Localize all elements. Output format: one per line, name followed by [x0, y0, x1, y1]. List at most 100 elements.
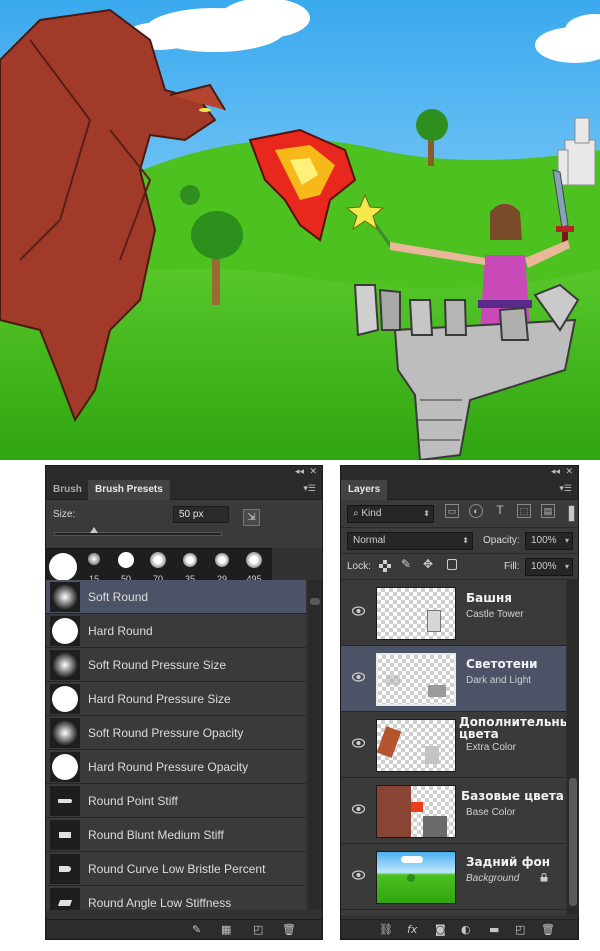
list-item[interactable]: Soft Round Pressure Opacity: [46, 716, 306, 750]
lock-fill-row: Lock: ✎ ✥ Fill: 100% ▾: [341, 554, 578, 580]
trash-icon[interactable]: 🗑: [541, 923, 555, 936]
scrollbar-thumb[interactable]: [310, 598, 320, 605]
collapse-icon[interactable]: ◂◂: [551, 467, 560, 477]
layer-row-background[interactable]: Задний фон Background: [341, 844, 566, 910]
recent-brush-strip: 15 50 70 35 29 495: [46, 548, 272, 584]
hard-round-icon: [50, 616, 80, 646]
new-layer-icon[interactable]: ◰: [515, 923, 525, 936]
chevron-down-icon: ▾: [564, 562, 569, 571]
list-item[interactable]: Round Blunt Medium Stiff: [46, 818, 306, 852]
hard-round-icon: [50, 684, 80, 714]
collapse-icon[interactable]: ◂◂: [295, 467, 304, 477]
panel-menu-icon[interactable]: ▾☰: [303, 483, 316, 494]
blend-opacity-row: Normal ⬍ Opacity: 100% ▾: [341, 528, 578, 554]
adjustment-filter-icon[interactable]: ◐: [469, 504, 483, 518]
preset-scrollbar[interactable]: [308, 580, 322, 910]
tab-brush[interactable]: Brush: [46, 480, 89, 500]
layers-bottom-toolbar: ⛓ fx ◙ ◐ ▬ ◰ 🗑: [341, 919, 578, 939]
layers-panel: ◂◂ ✕ Layers ▾☰ ⌕ Kind ⬍ ▭ ◐ T ⬚ ▤ Normal…: [340, 465, 579, 940]
panel-title-bar: ◂◂ ✕: [341, 466, 578, 480]
lock-pixels-icon[interactable]: ✎: [401, 557, 411, 571]
bristle-icon: [50, 786, 80, 816]
filter-toggle[interactable]: [568, 505, 575, 522]
size-slider-handle[interactable]: [90, 527, 98, 533]
chevron-down-icon: ▾: [564, 536, 569, 545]
create-preset-icon[interactable]: ⇲: [243, 509, 260, 526]
lock-position-icon[interactable]: ✥: [423, 557, 433, 571]
layer-thumbnail: [376, 719, 456, 772]
layers-scrollbar[interactable]: [567, 580, 579, 915]
panel-menu-icon[interactable]: ▾☰: [559, 483, 572, 494]
lock-transparency-icon[interactable]: [379, 560, 391, 572]
preset-name: Soft Round: [88, 590, 149, 604]
layer-row-base-color[interactable]: Базовые цвета Base Color: [341, 778, 566, 844]
tab-brush-presets[interactable]: Brush Presets: [88, 480, 170, 500]
lock-icon: [540, 873, 548, 882]
brush-preset-list: Soft Round Hard Round Soft Round Pressur…: [46, 580, 306, 910]
size-slider[interactable]: [54, 532, 222, 536]
blend-mode-select[interactable]: Normal ⬍: [347, 532, 473, 550]
smart-object-filter-icon[interactable]: ▤: [541, 504, 555, 518]
eye-icon[interactable]: [352, 870, 365, 880]
layer-row-castle-tower[interactable]: Башня Castle Tower: [341, 580, 566, 646]
adjustment-layer-icon[interactable]: ◐: [461, 923, 471, 936]
chevron-updown-icon: ⬍: [423, 509, 430, 518]
type-filter-icon[interactable]: T: [493, 504, 507, 518]
opacity-label: Opacity:: [483, 535, 520, 546]
eye-icon[interactable]: [352, 672, 365, 682]
eye-icon[interactable]: [352, 804, 365, 814]
size-input[interactable]: 50 px: [173, 506, 229, 523]
layers-tab-row: Layers ▾☰: [341, 480, 578, 500]
layer-thumbnail: [376, 587, 456, 640]
link-icon[interactable]: ⛓: [379, 923, 393, 936]
lock-all-icon[interactable]: [447, 559, 457, 570]
layer-row-dark-and-light[interactable]: Светотени Dark and Light: [341, 646, 566, 712]
list-item[interactable]: Round Curve Low Bristle Percent: [46, 852, 306, 886]
layer-thumbnail: [376, 851, 456, 904]
grid-view-icon[interactable]: ▦: [221, 923, 231, 936]
layer-subtitle: Dark and Light: [466, 675, 532, 686]
scrollbar-thumb[interactable]: [569, 778, 577, 906]
preset-name: Round Curve Low Bristle Percent: [88, 862, 266, 876]
opacity-input[interactable]: 100% ▾: [525, 532, 573, 550]
layer-subtitle: Castle Tower: [466, 609, 524, 620]
preset-name: Round Angle Low Stiffness: [88, 896, 232, 910]
fx-icon[interactable]: fx: [407, 923, 417, 936]
list-item[interactable]: Hard Round Pressure Size: [46, 682, 306, 716]
eye-icon[interactable]: [352, 738, 365, 748]
layer-subtitle: Base Color: [466, 807, 516, 818]
new-preset-icon[interactable]: ◰: [253, 923, 263, 936]
layer-list: Башня Castle Tower Светотени Dark and Li…: [341, 580, 566, 915]
fill-label: Fill:: [504, 561, 520, 572]
list-item[interactable]: Round Angle Low Stiffness: [46, 886, 306, 910]
image-filter-icon[interactable]: ▭: [445, 504, 459, 518]
brush-presets-panel: ◂◂ ✕ Brush Brush Presets ▾☰ Size: 50 px …: [45, 465, 323, 940]
eye-icon[interactable]: [352, 606, 365, 616]
kind-filter-select[interactable]: ⌕ Kind ⬍: [347, 505, 434, 523]
shape-filter-icon[interactable]: ⬚: [517, 504, 531, 518]
list-item[interactable]: Soft Round: [46, 580, 306, 614]
list-item[interactable]: Round Point Stiff: [46, 784, 306, 818]
soft-round-icon: [50, 718, 80, 748]
layer-name: Башня: [466, 591, 512, 605]
preset-name: Round Blunt Medium Stiff: [88, 828, 224, 842]
layer-row-extra-color[interactable]: Дополнительные цвета Extra Color: [341, 712, 566, 778]
panel-title-bar: ◂◂ ✕: [46, 466, 322, 480]
size-label: Size:: [53, 509, 76, 520]
close-icon[interactable]: ✕: [309, 467, 317, 477]
chevron-updown-icon: ⬍: [462, 536, 469, 545]
hard-round-icon: [50, 752, 80, 782]
preset-name: Soft Round Pressure Opacity: [88, 726, 244, 740]
trash-icon[interactable]: 🗑: [282, 923, 296, 936]
close-icon[interactable]: ✕: [565, 467, 573, 477]
group-folder-icon[interactable]: ▬: [489, 923, 499, 936]
list-item[interactable]: Hard Round Pressure Opacity: [46, 750, 306, 784]
list-item[interactable]: Hard Round: [46, 614, 306, 648]
fill-input[interactable]: 100% ▾: [525, 558, 573, 576]
tab-layers[interactable]: Layers: [341, 480, 388, 500]
layer-name: Дополнительные цвета: [459, 715, 566, 741]
brush-tool-icon[interactable]: ✎: [192, 923, 201, 936]
list-item[interactable]: Soft Round Pressure Size: [46, 648, 306, 682]
layer-mask-icon[interactable]: ◙: [435, 923, 446, 936]
layer-name: Задний фон: [466, 855, 551, 869]
